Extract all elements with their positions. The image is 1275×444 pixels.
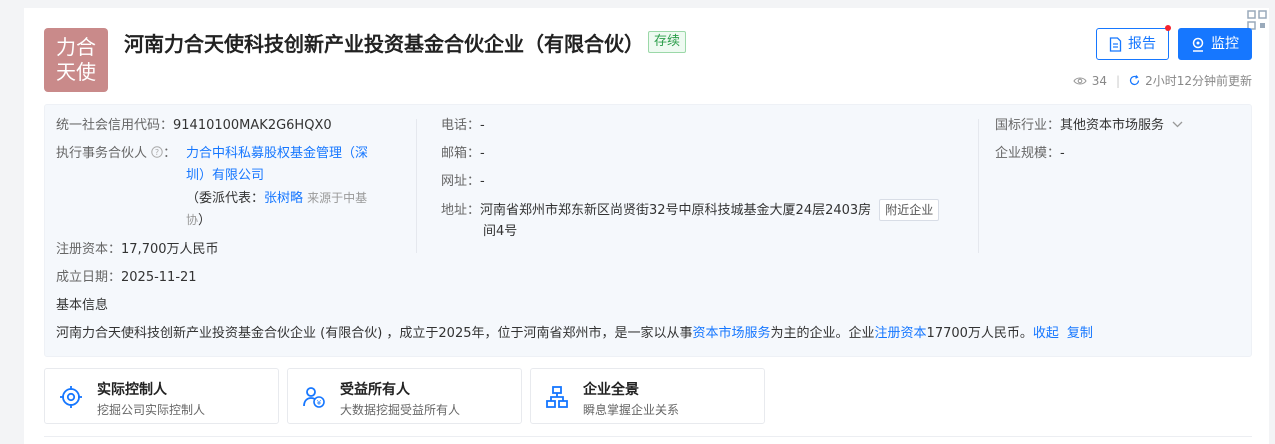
capital-label: 注册资本： (56, 242, 122, 257)
document-icon (1109, 36, 1122, 52)
meta-divider: | (1116, 73, 1121, 88)
delegate-suffix: ） (198, 213, 212, 228)
org-chart-icon (546, 386, 568, 408)
desc-industry-link[interactable]: 资本市场服务 (693, 326, 771, 341)
desc-text-2: 为主的企业。企业 (770, 326, 875, 341)
address-line2: 间4号 (483, 224, 518, 239)
company-card: 力合天使 河南力合天使科技创新产业投资基金合伙企业（有限合伙） 存续 报告 监控… (24, 8, 1269, 444)
report-button[interactable]: 报告 (1096, 28, 1169, 60)
svg-text:¥: ¥ (317, 399, 322, 407)
partner-name[interactable]: 力合中科私募股权基金管理（深 (186, 143, 368, 165)
delegate-row: （委派代表：张树略 来源于中基 (186, 187, 367, 210)
desc-text-3: 17700万人民币。 (926, 326, 1033, 341)
svg-text:?: ? (155, 148, 159, 157)
feature-subtitle: 瞬息掌握企业关系 (583, 403, 680, 417)
report-label: 报告 (1128, 36, 1156, 52)
delegate-prefix: （委派代表： (186, 191, 265, 206)
basic-info-title: 基本信息 (56, 298, 109, 313)
scale-value: - (1060, 146, 1065, 161)
founded-row: 成立日期：2025-11-21 (56, 267, 197, 289)
help-icon[interactable]: ? (151, 146, 163, 158)
email-value: - (480, 146, 485, 161)
address-line1: 河南省郑州市郑东新区尚贤街32号中原科技城基金大厦24层2403房 (480, 203, 872, 218)
partner-name-line1[interactable]: 力合中科私募股权基金管理（深 (186, 146, 368, 161)
update-time: 2小时12分钟前更新 (1145, 74, 1252, 88)
refresh-icon[interactable] (1129, 75, 1140, 86)
view-count: 34 (1091, 73, 1108, 88)
address-row: 地址：河南省郑州市郑东新区尚贤街32号中原科技城基金大厦24层2403房 附近企业 (441, 199, 940, 222)
feature-title: 企业全景 (583, 382, 639, 398)
nearby-companies-button[interactable]: 附近企业 (879, 199, 940, 221)
scale-row: 企业规模：- (995, 143, 1065, 165)
scale-label: 企业规模： (995, 146, 1061, 161)
partner-label: 执行事务合伙人 (56, 146, 148, 161)
delegate-name[interactable]: 张树略 (264, 191, 303, 206)
industry-row[interactable]: 国标行业：其他资本市场服务 (995, 115, 1183, 137)
website-row: 网址：- (441, 171, 485, 193)
chevron-down-icon[interactable] (1172, 121, 1183, 128)
page-meta: 34 | 2小时12分钟前更新 (1073, 72, 1252, 89)
credit-code-row: 统一社会信用代码：91410100MAK2G6HQX0 (56, 115, 332, 137)
address-row-cont: 间4号 (483, 221, 517, 243)
feature-title: 受益所有人 (340, 382, 410, 398)
desc-capital-link[interactable]: 注册资本 (875, 326, 927, 341)
email-row: 邮箱：- (441, 143, 485, 165)
info-panel: 统一社会信用代码：91410100MAK2G6HQX0 执行事务合伙人 ? ： 力… (44, 104, 1252, 357)
beneficiary-icon: ¥ (303, 387, 325, 408)
status-badge: 存续 (648, 31, 687, 53)
delegate-source: 来源于中基 (307, 191, 368, 205)
phone-row: 电话：- (441, 115, 485, 137)
address-label: 地址： (441, 203, 481, 218)
partner-name-cont[interactable]: 圳）有限公司 (186, 165, 264, 187)
credit-code-value[interactable]: 91410100MAK2G6HQX0 (173, 118, 332, 133)
delegate-row-end: 协） (186, 209, 211, 232)
copy-button[interactable]: 复制 (1067, 326, 1093, 341)
industry-value: 其他资本市场服务 (1060, 118, 1165, 133)
founded-value: 2025-11-21 (121, 270, 197, 285)
partner-label-row: 执行事务合伙人 ? ： (56, 143, 176, 165)
desc-text-1: 河南力合天使科技创新产业投资基金合伙企业 (有限合伙) ，成立于2025年，位于… (56, 326, 693, 341)
eye-icon (1073, 76, 1087, 85)
collapse-button[interactable]: 收起 (1033, 326, 1059, 341)
monitor-label: 监控 (1211, 36, 1239, 52)
company-name: 河南力合天使科技创新产业投资基金合伙企业（有限合伙） (124, 32, 644, 56)
notification-dot (1165, 25, 1171, 31)
feature-card-panorama[interactable]: 企业全景 瞬息掌握企业关系 (530, 368, 765, 424)
divider (44, 436, 1252, 437)
monitor-button[interactable]: 监控 (1178, 28, 1252, 60)
delegate-source-end: 协 (186, 213, 199, 227)
column-divider (978, 119, 979, 253)
logo-text: 力合天使 (56, 35, 96, 84)
feature-card-beneficiary[interactable]: ¥ 受益所有人 大数据挖掘受益所有人 (287, 368, 522, 424)
phone-value: - (480, 118, 485, 133)
target-icon (60, 386, 82, 408)
website-value: - (480, 174, 485, 189)
founded-label: 成立日期： (56, 270, 122, 285)
phone-label: 电话： (441, 118, 481, 133)
email-label: 邮箱： (441, 146, 481, 161)
company-logo: 力合天使 (44, 28, 108, 92)
monitor-icon (1192, 37, 1204, 52)
website-label: 网址： (441, 174, 481, 189)
capital-value: 17,700万人民币 (121, 242, 219, 257)
column-divider (416, 119, 417, 253)
feature-subtitle: 大数据挖掘受益所有人 (340, 403, 461, 417)
credit-code-label: 统一社会信用代码： (56, 118, 174, 133)
feature-card-controller[interactable]: 实际控制人 挖掘公司实际控制人 (44, 368, 279, 424)
industry-label: 国标行业： (995, 118, 1061, 133)
capital-row: 注册资本：17,700万人民币 (56, 239, 219, 261)
partner-colon: ： (163, 146, 177, 161)
feature-title: 实际控制人 (97, 382, 167, 398)
feature-subtitle: 挖掘公司实际控制人 (97, 403, 206, 417)
partner-name-line2[interactable]: 圳）有限公司 (186, 168, 264, 183)
company-description: 河南力合天使科技创新产业投资基金合伙企业 (有限合伙) ，成立于2025年，位于… (56, 323, 1093, 345)
